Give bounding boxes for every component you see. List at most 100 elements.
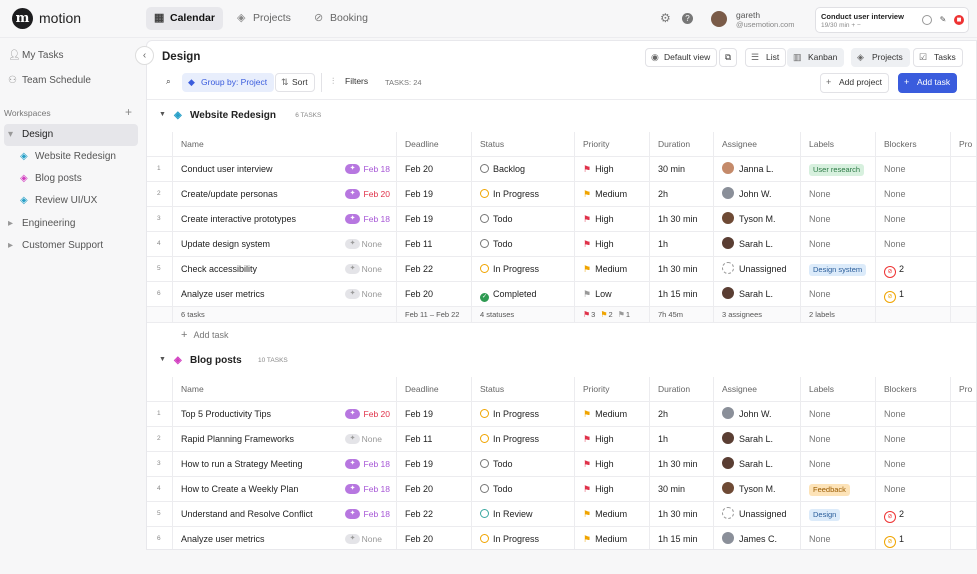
priority-cell[interactable]: ⚑ Medium [574, 257, 649, 281]
blockers-cell[interactable]: None [875, 402, 950, 426]
blockers-cell[interactable]: None [875, 427, 950, 451]
duration-cell[interactable]: 2h [649, 182, 713, 206]
status-cell[interactable]: Todo [471, 452, 574, 476]
sidebar-item-blog-posts[interactable]: ◈ Blog posts [4, 168, 138, 190]
deadline-cell[interactable]: Feb 19 [396, 207, 471, 231]
column-header-name[interactable]: Name [172, 377, 396, 401]
deadline-cell[interactable]: Feb 20 [396, 477, 471, 501]
table-row[interactable]: 5 Check accessibility ✦ None Feb 22 In Progre… [147, 257, 976, 282]
column-header-priority[interactable]: Priority [574, 377, 649, 401]
labels-cell[interactable]: None [800, 452, 875, 476]
table-row[interactable]: 4 Update design system ✦ None Feb 11 Todo ⚑ Hig… [147, 232, 976, 257]
table-row[interactable]: 2 Rapid Planning Frameworks ✦ None Feb 11 In … [147, 427, 976, 452]
priority-cell[interactable]: ⚑ High [574, 232, 649, 256]
duration-cell[interactable]: 30 min [649, 477, 713, 501]
help-icon[interactable]: ? [682, 13, 693, 24]
table-row[interactable]: 3 How to run a Strategy Meeting ✦ Feb 18 Feb… [147, 452, 976, 477]
sidebar-item-website-redesign[interactable]: ◈ Website Redesign [4, 146, 138, 168]
column-header-assignee[interactable]: Assignee [713, 132, 800, 156]
nav-tab-calendar[interactable]: ▦ Calendar [146, 7, 223, 30]
assignee-cell[interactable]: Janna L. [713, 157, 800, 181]
column-header-labels[interactable]: Labels [800, 132, 875, 156]
column-header-duration[interactable]: Duration [649, 377, 713, 401]
duration-cell[interactable]: 1h 30 min [649, 502, 713, 526]
status-cell[interactable]: In Progress [471, 182, 574, 206]
task-name-cell[interactable]: How to run a Strategy Meeting ✦ Feb 18 [172, 452, 396, 476]
labels-cell[interactable]: Feedback [800, 477, 875, 501]
status-cell[interactable]: Todo [471, 477, 574, 501]
labels-cell[interactable]: Design system [800, 257, 875, 281]
default-view-button[interactable]: ◉ Default view [645, 48, 718, 67]
settings-gear-icon[interactable]: ⚙ [660, 11, 671, 25]
labels-cell[interactable]: None [800, 402, 875, 426]
user-avatar[interactable] [711, 11, 727, 27]
table-row[interactable]: 3 Create interactive prototypes ✦ Feb 18 Feb… [147, 207, 976, 232]
assignee-cell[interactable]: Unassigned [713, 502, 800, 526]
deadline-cell[interactable]: Feb 20 [396, 157, 471, 181]
duration-cell[interactable]: 2h [649, 402, 713, 426]
add-project-button[interactable]: + Add project [820, 73, 889, 93]
kanban-view-tab[interactable]: ▥ Kanban [787, 48, 845, 67]
current-task-card[interactable]: Conduct user interview 19/30 min + − ✎ ■ [815, 7, 969, 33]
task-name-cell[interactable]: Create interactive prototypes ✦ Feb 18 [172, 207, 396, 231]
assignee-cell[interactable]: John W. [713, 182, 800, 206]
sidebar-item-review-ui-ux[interactable]: ◈ Review UI/UX [4, 190, 138, 212]
blockers-cell[interactable]: ⊘ 2 [875, 257, 950, 281]
tasks-toggle[interactable]: ☑ Tasks [913, 48, 963, 67]
status-cell[interactable]: In Progress [471, 257, 574, 281]
project-cell[interactable] [950, 232, 976, 256]
status-cell[interactable]: In Progress [471, 427, 574, 451]
priority-cell[interactable]: ⚑ Low [574, 282, 649, 306]
project-cell[interactable] [950, 157, 976, 181]
duration-cell[interactable]: 1h 15 min [649, 527, 713, 549]
column-header-labels[interactable]: Labels [800, 377, 875, 401]
list-view-tab[interactable]: ☰ List [745, 48, 787, 67]
project-cell[interactable] [950, 402, 976, 426]
deadline-cell[interactable]: Feb 20 [396, 282, 471, 306]
deadline-cell[interactable]: Feb 11 [396, 232, 471, 256]
column-header-pro[interactable]: Pro [950, 377, 976, 401]
status-cell[interactable]: Todo [471, 207, 574, 231]
column-header-status[interactable]: Status [471, 132, 574, 156]
add-task-button[interactable]: + Add task [898, 73, 958, 93]
duration-cell[interactable]: 1h 30 min [649, 257, 713, 281]
task-name-cell[interactable]: Rapid Planning Frameworks ✦ None [172, 427, 396, 451]
auto-schedule-icon[interactable]: ✦ [345, 434, 360, 444]
auto-schedule-icon[interactable]: ✦ [345, 509, 360, 519]
duration-cell[interactable]: 1h [649, 232, 713, 256]
assignee-cell[interactable]: James C. [713, 527, 800, 549]
task-name-cell[interactable]: Analyze user metrics ✦ None [172, 527, 396, 549]
priority-cell[interactable]: ⚑ Medium [574, 502, 649, 526]
blockers-cell[interactable]: None [875, 157, 950, 181]
sort-button[interactable]: ⇅ Sort [275, 73, 315, 92]
auto-schedule-icon[interactable]: ✦ [345, 239, 360, 249]
task-name-cell[interactable]: Conduct user interview ✦ Feb 18 [172, 157, 396, 181]
auto-schedule-icon[interactable]: ✦ [345, 484, 360, 494]
blockers-cell[interactable]: None [875, 452, 950, 476]
project-cell[interactable] [950, 477, 976, 501]
project-cell[interactable] [950, 207, 976, 231]
labels-cell[interactable]: None [800, 527, 875, 549]
blockers-cell[interactable]: ⊘ 2 [875, 502, 950, 526]
table-row[interactable]: 6 Analyze user metrics ✦ None Feb 20 ✓ Complet… [147, 282, 976, 307]
assignee-cell[interactable]: Tyson M. [713, 477, 800, 501]
assignee-cell[interactable]: Unassigned [713, 257, 800, 281]
task-name-cell[interactable]: Analyze user metrics ✦ None [172, 282, 396, 306]
deadline-cell[interactable]: Feb 22 [396, 502, 471, 526]
blockers-cell[interactable]: None [875, 477, 950, 501]
table-row[interactable]: 4 How to Create a Weekly Plan ✦ Feb 18 Feb 2… [147, 477, 976, 502]
blockers-cell[interactable]: ⊘ 1 [875, 282, 950, 306]
column-header-assignee[interactable]: Assignee [713, 377, 800, 401]
table-row[interactable]: 6 Analyze user metrics ✦ None Feb 20 In Progr… [147, 527, 976, 549]
project-cell[interactable] [950, 452, 976, 476]
group-header-0[interactable]: ▼ ◈ Website Redesign 6 TASKS [159, 110, 359, 124]
auto-schedule-icon[interactable]: ✦ [345, 189, 360, 199]
duration-cell[interactable]: 1h 30 min [649, 207, 713, 231]
labels-cell[interactable]: None [800, 207, 875, 231]
labels-cell[interactable]: None [800, 182, 875, 206]
sidebar-item-my-tasks[interactable]: 👤︎ My Tasks [4, 45, 138, 67]
labels-cell[interactable]: None [800, 282, 875, 306]
status-cell[interactable]: Todo [471, 232, 574, 256]
column-header-deadline[interactable]: Deadline [396, 132, 471, 156]
auto-schedule-icon[interactable]: ✦ [345, 534, 360, 544]
